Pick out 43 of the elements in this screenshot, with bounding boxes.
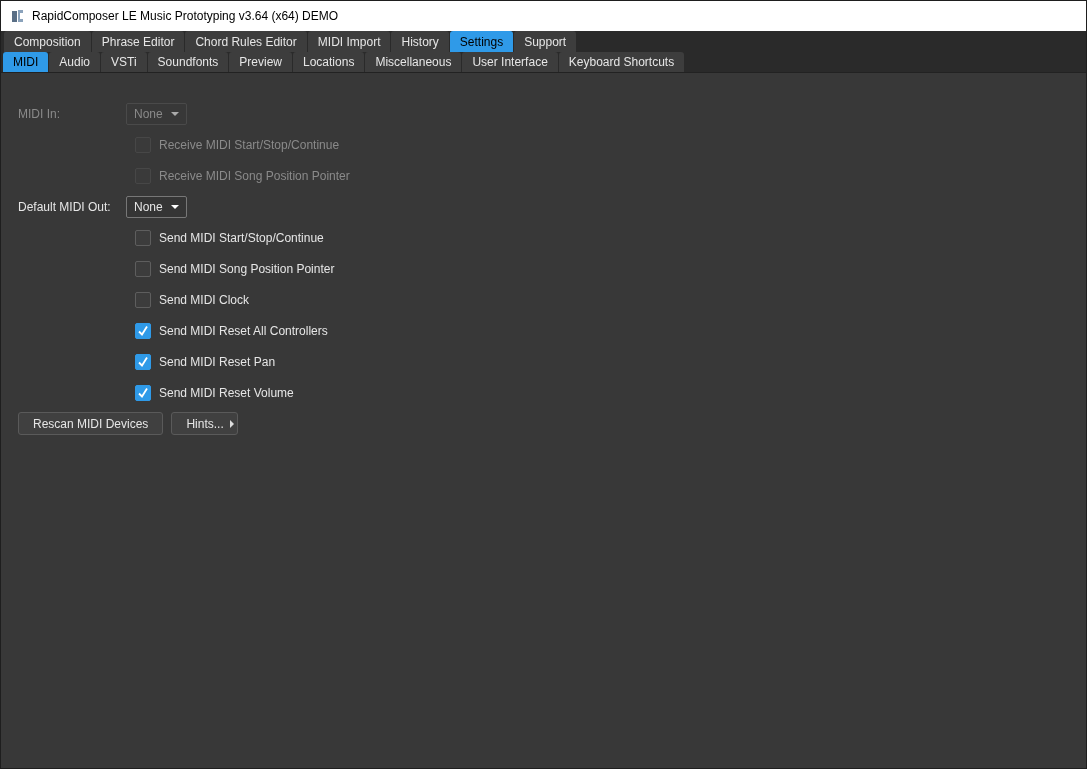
checkmark-icon xyxy=(137,386,149,399)
tab[interactable]: Preview xyxy=(229,52,292,72)
checkbox[interactable] xyxy=(135,260,151,277)
tab[interactable]: User Interface xyxy=(462,52,558,72)
tab[interactable]: Composition xyxy=(4,31,91,52)
checkbox-label: Send MIDI Reset Pan xyxy=(159,353,276,371)
tab[interactable]: Audio xyxy=(49,52,101,72)
tab[interactable]: Locations xyxy=(293,52,365,72)
caret-icon xyxy=(171,111,179,116)
checkbox[interactable] xyxy=(135,229,151,246)
checkbox-label: Receive MIDI Start/Stop/Continue xyxy=(159,136,340,154)
checkbox-label: Send MIDI Start/Stop/Continue xyxy=(159,229,324,247)
checkbox-label: Send MIDI Reset Volume xyxy=(159,384,294,402)
tab[interactable]: MIDI Import xyxy=(307,31,391,52)
tab[interactable]: Miscellaneous xyxy=(365,52,462,72)
tab[interactable]: Chord Rules Editor xyxy=(185,31,307,52)
tab[interactable]: Support xyxy=(514,31,577,52)
tab[interactable]: Settings xyxy=(449,31,514,52)
checkbox[interactable] xyxy=(135,291,151,308)
tab[interactable]: MIDI xyxy=(3,52,49,72)
checkbox-label: Send MIDI Reset All Controllers xyxy=(159,322,328,340)
checkbox[interactable] xyxy=(135,353,151,370)
checkbox[interactable] xyxy=(135,384,151,401)
checkmark-icon xyxy=(137,324,149,337)
checkbox-label: Send MIDI Clock xyxy=(159,291,250,309)
checkbox-label: Send MIDI Song Position Pointer xyxy=(159,260,335,278)
action-button[interactable]: Rescan MIDI Devices xyxy=(18,412,164,435)
checkmark-icon xyxy=(137,355,149,368)
app-logo-icon xyxy=(10,8,26,24)
tab[interactable]: Keyboard Shortcuts xyxy=(558,52,685,72)
tab[interactable]: VSTi xyxy=(101,52,147,72)
window-title: RapidComposer LE Music Prototyping v3.64 (x64) DEMO xyxy=(32,8,339,25)
caret-icon xyxy=(229,419,234,428)
dropdown[interactable]: None xyxy=(126,195,187,218)
checkbox-label: Receive MIDI Song Position Pointer xyxy=(159,167,350,185)
menu-button[interactable]: Hints... xyxy=(171,412,238,435)
checkbox[interactable] xyxy=(135,322,151,339)
tab[interactable]: History xyxy=(391,31,449,52)
field-label: MIDI In: xyxy=(18,105,61,123)
caret-icon xyxy=(171,204,179,209)
tab[interactable]: Soundfonts xyxy=(147,52,229,72)
field-label: Default MIDI Out: xyxy=(18,198,112,216)
tab[interactable]: Phrase Editor xyxy=(91,31,185,52)
